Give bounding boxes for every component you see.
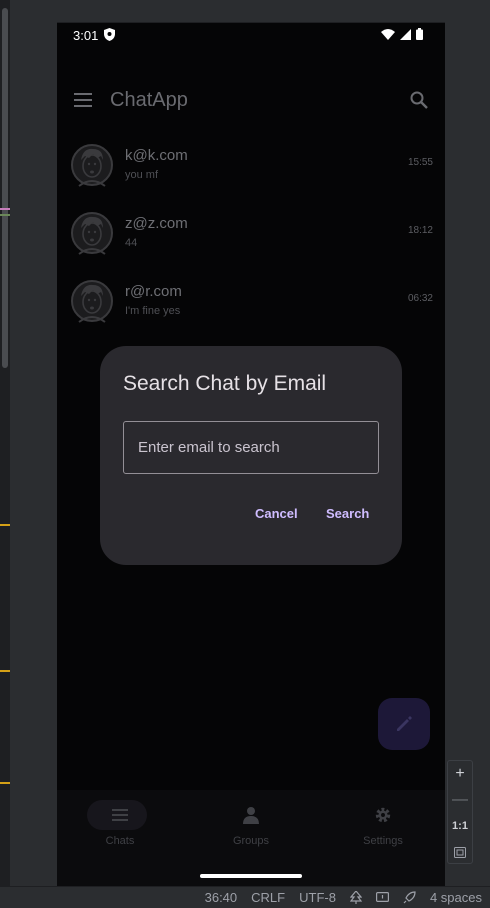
fit-screen-icon — [454, 846, 466, 858]
chat-timestamp: 18:12 — [407, 225, 433, 236]
ide-left-panel — [10, 0, 57, 886]
ide-marker — [0, 214, 10, 216]
chat-name: k@k.com — [125, 147, 188, 164]
search-button[interactable]: Search — [326, 506, 369, 521]
avatar — [71, 212, 113, 255]
dialog-title: Search Chat by Email — [123, 372, 327, 395]
chat-list-item[interactable]: r@r.com I'm fine yes 06:32 — [57, 276, 445, 344]
chat-name: z@z.com — [125, 215, 188, 232]
nav-item-settings[interactable]: Settings — [338, 800, 428, 856]
ide-marker — [0, 208, 10, 210]
battery-icon — [416, 28, 423, 40]
ide-status-bar: 36:40 CRLF UTF-8 4 spaces — [0, 886, 490, 908]
shield-icon — [104, 28, 115, 41]
zoom-controls: + — 1:1 — [447, 760, 473, 864]
chats-icon — [112, 809, 128, 821]
pencil-icon — [397, 716, 412, 731]
cancel-button[interactable]: Cancel — [255, 506, 298, 521]
email-search-input[interactable] — [123, 421, 379, 474]
indent-setting[interactable]: 4 spaces — [430, 890, 482, 905]
line-ending[interactable]: CRLF — [251, 890, 285, 905]
status-time: 3:01 — [73, 28, 99, 43]
search-dialog: Search Chat by Email Cancel Search — [100, 346, 402, 565]
zoom-actual-size-button[interactable]: 1:1 — [448, 813, 472, 839]
rocket-icon[interactable] — [403, 891, 416, 904]
nav-label: Groups — [232, 835, 270, 847]
zoom-out-button[interactable]: — — [448, 787, 472, 813]
nav-item-chats[interactable]: Chats — [75, 800, 165, 856]
app-title: ChatApp — [110, 89, 188, 111]
chat-timestamp: 06:32 — [407, 293, 433, 304]
new-chat-fab[interactable] — [378, 698, 430, 750]
chat-last-message: you mf — [125, 169, 159, 181]
ide-right-panel — [445, 0, 490, 886]
app-bar: ChatApp — [57, 75, 445, 125]
avatar — [71, 280, 113, 323]
home-gesture-bar[interactable] — [200, 874, 302, 878]
nav-item-groups[interactable]: Groups — [206, 800, 296, 856]
nav-label: Chats — [105, 835, 135, 847]
chat-list-item[interactable]: z@z.com 44 18:12 — [57, 208, 445, 276]
signal-icon — [400, 28, 411, 40]
comment-icon[interactable] — [375, 891, 389, 904]
chat-name: r@r.com — [125, 283, 182, 300]
chat-last-message: 44 — [125, 237, 138, 249]
bottom-navigation: Chats Groups Settings — [57, 790, 445, 886]
zoom-fit-button[interactable] — [448, 839, 472, 865]
cursor-position[interactable]: 36:40 — [205, 890, 238, 905]
avatar — [71, 144, 113, 187]
ide-left-gutter — [0, 0, 10, 886]
android-status-bar: 3:01 — [57, 23, 445, 47]
ide-scrollbar[interactable] — [2, 8, 8, 368]
status-icons — [381, 28, 423, 40]
ide-top-bar — [0, 0, 490, 23]
chat-list-item[interactable]: k@k.com you mf 15:55 — [57, 140, 445, 208]
search-icon[interactable] — [409, 90, 429, 110]
zoom-in-button[interactable]: + — [448, 761, 472, 787]
chat-last-message: I'm fine yes — [125, 305, 181, 317]
chat-timestamp: 15:55 — [407, 157, 433, 168]
wifi-icon — [381, 28, 395, 40]
nav-label: Settings — [363, 835, 403, 847]
ide-marker — [0, 524, 10, 526]
menu-icon[interactable] — [74, 93, 92, 107]
gear-icon — [375, 807, 391, 823]
emulator-screen: 3:01 ChatApp k@k.com you mf 15:55 z@z.co… — [57, 23, 445, 886]
ide-marker — [0, 670, 10, 672]
ide-marker — [0, 782, 10, 784]
tree-icon[interactable] — [349, 891, 362, 904]
file-encoding[interactable]: UTF-8 — [299, 890, 336, 905]
person-icon — [243, 807, 259, 824]
